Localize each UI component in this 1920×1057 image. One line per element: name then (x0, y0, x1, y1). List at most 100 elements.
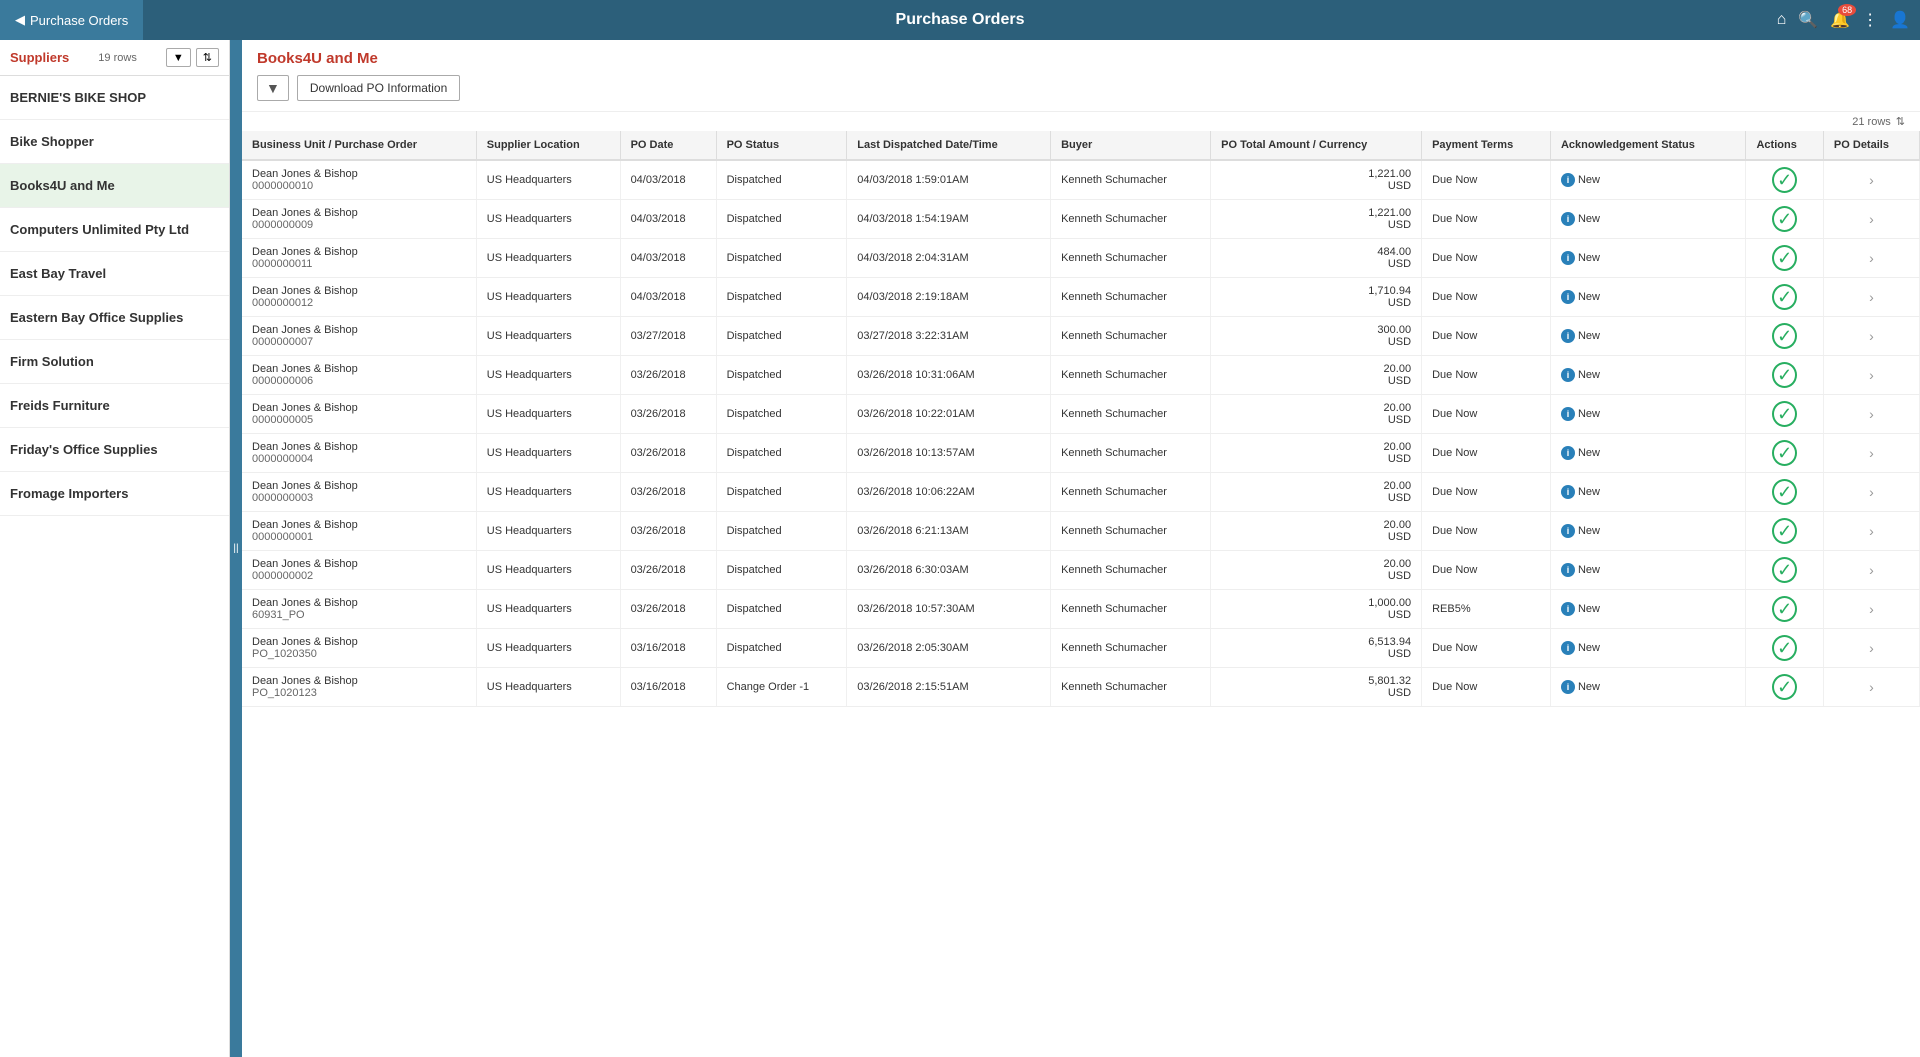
search-icon[interactable]: 🔍 (1798, 10, 1818, 30)
cell-po-details[interactable]: › (1823, 278, 1919, 317)
info-icon[interactable]: i (1561, 641, 1575, 655)
info-icon[interactable]: i (1561, 368, 1575, 382)
notification-icon[interactable]: 🔔 68 (1830, 10, 1850, 30)
cell-actions[interactable]: ✓ (1746, 434, 1823, 473)
action-check-icon[interactable]: ✓ (1772, 596, 1797, 622)
cell-po-details[interactable]: › (1823, 551, 1919, 590)
cell-actions[interactable]: ✓ (1746, 512, 1823, 551)
action-check-icon[interactable]: ✓ (1772, 323, 1797, 349)
info-icon[interactable]: i (1561, 485, 1575, 499)
po-details-chevron-icon[interactable]: › (1869, 406, 1874, 422)
cell-actions[interactable]: ✓ (1746, 239, 1823, 278)
cell-po-details[interactable]: › (1823, 629, 1919, 668)
info-icon[interactable]: i (1561, 680, 1575, 694)
table-filter-button[interactable]: ▼ (257, 75, 289, 101)
sidebar-item-fridays[interactable]: Friday's Office Supplies (0, 428, 229, 472)
action-check-icon[interactable]: ✓ (1772, 284, 1797, 310)
action-check-icon[interactable]: ✓ (1772, 440, 1797, 466)
po-details-chevron-icon[interactable]: › (1869, 250, 1874, 266)
sidebar-item-bernies[interactable]: BERNIE'S BIKE SHOP (0, 76, 229, 120)
sidebar-item-firm-solution[interactable]: Firm Solution (0, 340, 229, 384)
cell-actions[interactable]: ✓ (1746, 551, 1823, 590)
cell-po-details[interactable]: › (1823, 239, 1919, 278)
sidebar-item-east-bay[interactable]: East Bay Travel (0, 252, 229, 296)
po-details-chevron-icon[interactable]: › (1869, 601, 1874, 617)
sidebar-item-fromage[interactable]: Fromage Importers (0, 472, 229, 516)
info-icon[interactable]: i (1561, 524, 1575, 538)
info-icon[interactable]: i (1561, 329, 1575, 343)
action-check-icon[interactable]: ✓ (1772, 479, 1797, 505)
po-details-chevron-icon[interactable]: › (1869, 289, 1874, 305)
info-icon[interactable]: i (1561, 290, 1575, 304)
content-sort-icon[interactable]: ⇅ (1896, 115, 1905, 128)
info-icon[interactable]: i (1561, 173, 1575, 187)
home-icon[interactable]: ⌂ (1777, 11, 1787, 29)
download-po-button[interactable]: Download PO Information (297, 75, 460, 101)
info-icon[interactable]: i (1561, 407, 1575, 421)
cell-business-unit: Dean Jones & Bishop 0000000011 (242, 239, 476, 278)
po-details-chevron-icon[interactable]: › (1869, 640, 1874, 656)
col-header-amount: PO Total Amount / Currency (1211, 131, 1422, 160)
po-details-chevron-icon[interactable]: › (1869, 367, 1874, 383)
sidebar-item-bike-shopper[interactable]: Bike Shopper (0, 120, 229, 164)
cell-actions[interactable]: ✓ (1746, 278, 1823, 317)
cell-po-details[interactable]: › (1823, 317, 1919, 356)
cell-actions[interactable]: ✓ (1746, 473, 1823, 512)
cell-actions[interactable]: ✓ (1746, 356, 1823, 395)
info-icon[interactable]: i (1561, 446, 1575, 460)
sidebar-item-computers[interactable]: Computers Unlimited Pty Ltd (0, 208, 229, 252)
action-check-icon[interactable]: ✓ (1772, 674, 1797, 700)
main-content: Books4U and Me ▼ Download PO Information… (242, 40, 1920, 1057)
sidebar-filter-button[interactable]: ▼ (166, 48, 191, 67)
po-details-chevron-icon[interactable]: › (1869, 523, 1874, 539)
sidebar-item-books4u[interactable]: Books4U and Me (0, 164, 229, 208)
cell-po-details[interactable]: › (1823, 395, 1919, 434)
back-button[interactable]: ◀ Purchase Orders (0, 0, 143, 40)
menu-dots-icon[interactable]: ⋮ (1862, 10, 1878, 30)
po-details-chevron-icon[interactable]: › (1869, 679, 1874, 695)
info-icon[interactable]: i (1561, 602, 1575, 616)
po-details-chevron-icon[interactable]: › (1869, 445, 1874, 461)
cell-po-details[interactable]: › (1823, 434, 1919, 473)
cell-actions[interactable]: ✓ (1746, 200, 1823, 239)
sidebar-item-eastern-bay[interactable]: Eastern Bay Office Supplies (0, 296, 229, 340)
action-check-icon[interactable]: ✓ (1772, 557, 1797, 583)
po-details-chevron-icon[interactable]: › (1869, 484, 1874, 500)
cell-po-details[interactable]: › (1823, 668, 1919, 707)
cell-actions[interactable]: ✓ (1746, 395, 1823, 434)
action-check-icon[interactable]: ✓ (1772, 401, 1797, 427)
cell-po-details[interactable]: › (1823, 160, 1919, 200)
action-check-icon[interactable]: ✓ (1772, 362, 1797, 388)
cell-po-details[interactable]: › (1823, 512, 1919, 551)
cell-actions[interactable]: ✓ (1746, 629, 1823, 668)
info-icon[interactable]: i (1561, 251, 1575, 265)
cell-po-details[interactable]: › (1823, 473, 1919, 512)
business-unit-name: Dean Jones & Bishop (252, 363, 466, 375)
user-icon[interactable]: 👤 (1890, 10, 1910, 30)
po-details-chevron-icon[interactable]: › (1869, 211, 1874, 227)
po-details-chevron-icon[interactable]: › (1869, 172, 1874, 188)
cell-actions[interactable]: ✓ (1746, 668, 1823, 707)
cell-buyer: Kenneth Schumacher (1051, 668, 1211, 707)
cell-actions[interactable]: ✓ (1746, 160, 1823, 200)
cell-po-details[interactable]: › (1823, 200, 1919, 239)
action-check-icon[interactable]: ✓ (1772, 206, 1797, 232)
action-check-icon[interactable]: ✓ (1772, 167, 1797, 193)
sidebar-item-freids[interactable]: Freids Furniture (0, 384, 229, 428)
action-check-icon[interactable]: ✓ (1772, 518, 1797, 544)
po-details-chevron-icon[interactable]: › (1869, 562, 1874, 578)
action-check-icon[interactable]: ✓ (1772, 245, 1797, 271)
info-icon[interactable]: i (1561, 563, 1575, 577)
sidebar-splitter[interactable]: || (230, 40, 242, 1057)
cell-actions[interactable]: ✓ (1746, 590, 1823, 629)
cell-po-details[interactable]: › (1823, 356, 1919, 395)
sidebar-sort-button[interactable]: ⇅ (196, 48, 219, 67)
info-icon[interactable]: i (1561, 212, 1575, 226)
action-check-icon[interactable]: ✓ (1772, 635, 1797, 661)
cell-supplier-location: US Headquarters (476, 356, 620, 395)
cell-po-status: Dispatched (716, 434, 847, 473)
cell-po-details[interactable]: › (1823, 590, 1919, 629)
cell-amount: 1,710.94 USD (1211, 278, 1422, 317)
po-details-chevron-icon[interactable]: › (1869, 328, 1874, 344)
cell-actions[interactable]: ✓ (1746, 317, 1823, 356)
